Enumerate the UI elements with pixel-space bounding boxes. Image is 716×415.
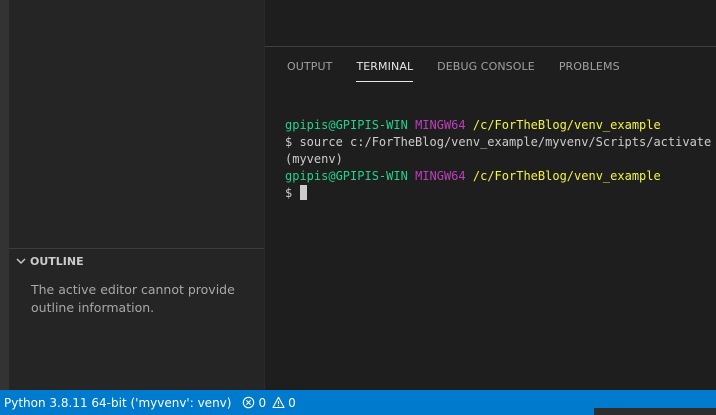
terminal-venv-line: (myvenv)	[285, 152, 343, 166]
sidebar-empty-area	[9, 0, 264, 248]
terminal-input-line[interactable]: $	[285, 185, 716, 202]
tab-debug-console[interactable]: DEBUG CONSOLE	[437, 47, 535, 82]
terminal-command-line: $ source c:/ForTheBlog/venv_example/myve…	[285, 135, 712, 149]
outline-section: OUTLINE The active editor cannot provide…	[9, 248, 264, 390]
notification-overlay-edge	[594, 408, 716, 415]
prompt-env: MINGW64	[415, 118, 466, 132]
tab-output[interactable]: OUTPUT	[287, 47, 332, 82]
terminal-prompt-line: gpipis@GPIPIS-WIN MINGW64 /c/ForTheBlog/…	[285, 117, 716, 134]
error-count: 0	[258, 395, 267, 410]
prompt-user: gpipis@GPIPIS-WIN	[285, 169, 408, 183]
warning-count: 0	[288, 395, 296, 410]
interpreter-label: Python 3.8.11 64-bit ('myvenv': venv)	[4, 395, 232, 410]
outline-empty-message: The active editor cannot provide outline…	[31, 282, 235, 315]
terminal-cursor	[300, 185, 308, 200]
chevron-down-icon	[14, 254, 28, 268]
prompt-path: /c/ForTheBlog/venv_example	[472, 118, 661, 132]
terminal-prompt-line: gpipis@GPIPIS-WIN MINGW64 /c/ForTheBlog/…	[285, 168, 716, 185]
tab-terminal[interactable]: TERMINAL	[356, 47, 414, 82]
python-interpreter-selector[interactable]: Python 3.8.11 64-bit ('myvenv': venv)	[0, 390, 238, 415]
input-prefix: $	[285, 186, 300, 200]
activity-bar	[0, 0, 9, 390]
outline-title: OUTLINE	[30, 254, 84, 268]
panel-tabs: OUTPUT TERMINAL DEBUG CONSOLE PROBLEMS	[265, 47, 716, 87]
sidebar: OUTLINE The active editor cannot provide…	[9, 0, 265, 390]
error-circle-icon	[242, 396, 255, 409]
warning-triangle-icon	[272, 396, 285, 409]
prompt-path: /c/ForTheBlog/venv_example	[472, 169, 661, 183]
bottom-panel: OUTPUT TERMINAL DEBUG CONSOLE PROBLEMS g…	[265, 46, 716, 390]
editor-area	[265, 0, 716, 46]
terminal-output[interactable]: gpipis@GPIPIS-WIN MINGW64 /c/ForTheBlog/…	[285, 117, 716, 202]
vscode-window: OUTLINE The active editor cannot provide…	[0, 0, 716, 415]
prompt-user: gpipis@GPIPIS-WIN	[285, 118, 408, 132]
prompt-env: MINGW64	[415, 169, 466, 183]
outline-header[interactable]: OUTLINE	[9, 249, 264, 273]
problems-indicator[interactable]: 0 0	[238, 390, 308, 415]
tab-problems[interactable]: PROBLEMS	[559, 47, 620, 82]
